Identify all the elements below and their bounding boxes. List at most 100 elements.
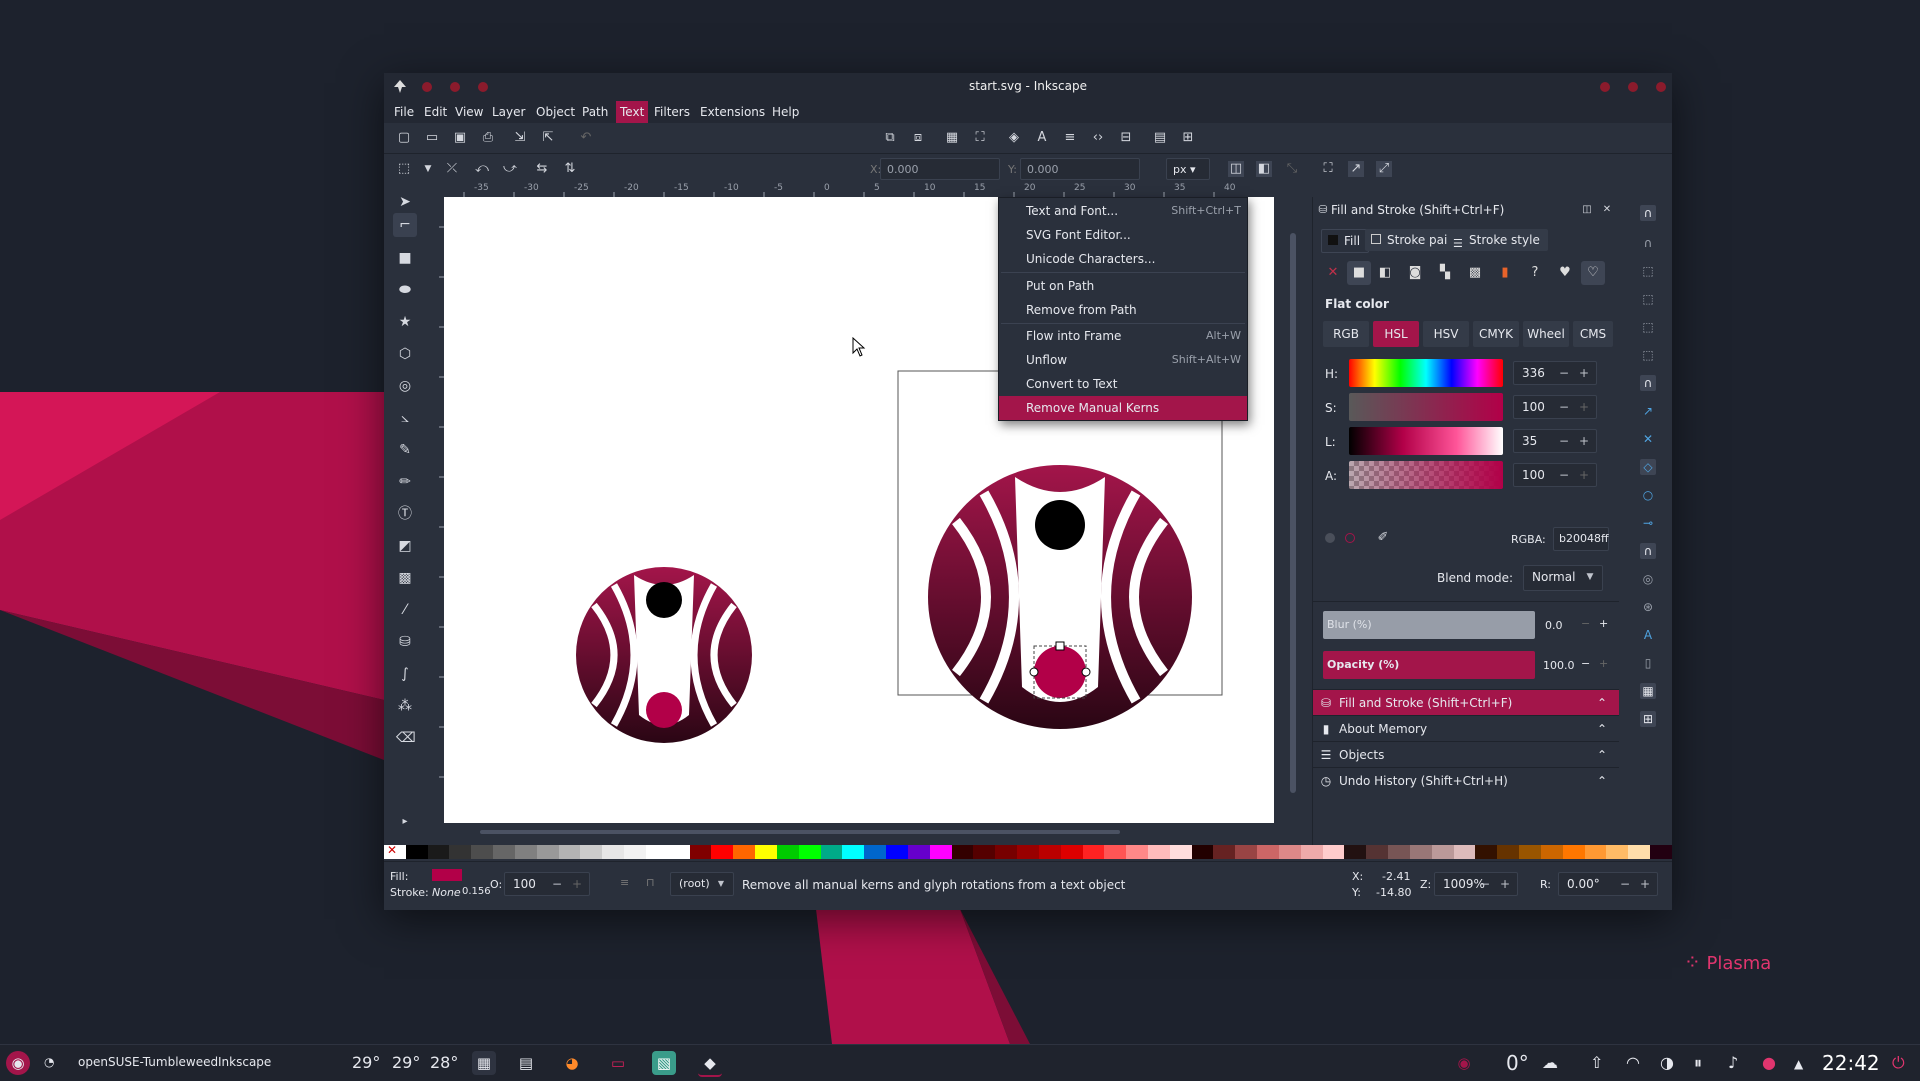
snap-toggle-icon[interactable]: ⛶ <box>1320 161 1336 177</box>
undo-icon[interactable]: ↶ <box>578 130 594 146</box>
mode-wheel[interactable]: Wheel <box>1523 321 1569 347</box>
small-logo[interactable] <box>576 567 752 743</box>
mode-rgb[interactable]: RGB <box>1323 321 1369 347</box>
flip-horizontal-icon[interactable]: ⇆ <box>534 161 550 177</box>
tray-app-icon[interactable]: ◉ <box>1452 1051 1476 1075</box>
snap-enable-icon[interactable]: ∩ <box>1640 205 1656 221</box>
dock-about-memory[interactable]: ▮ About Memory ⌃ <box>1313 715 1619 742</box>
x-input[interactable]: 0.000 <box>880 158 1000 180</box>
snap-bbox-edge-icon[interactable]: ⬚ <box>1640 263 1656 279</box>
layer-lock-icon[interactable]: ⊓ <box>646 876 655 889</box>
tweak-tool-icon[interactable]: ∫ <box>396 665 414 683</box>
tab-fill[interactable]: Fill <box>1321 229 1370 253</box>
layer-select[interactable]: (root) ▼ <box>670 872 734 896</box>
blur-value[interactable]: 0.0 <box>1545 619 1563 632</box>
large-logo[interactable] <box>928 465 1192 729</box>
export-icon[interactable]: ⇱ <box>540 130 556 146</box>
clock[interactable]: 22:42 <box>1822 1051 1880 1075</box>
star-tool-icon[interactable]: ★ <box>396 313 414 331</box>
activity-icon[interactable]: ◔ <box>44 1055 54 1069</box>
menu-item-unicode-characters[interactable]: Unicode Characters... <box>999 247 1247 271</box>
menu-item-text-and-font[interactable]: Text and Font... Shift+Ctrl+T <box>999 199 1247 223</box>
duplicate-icon[interactable]: ⧉ <box>882 130 898 146</box>
weather-icon[interactable]: ☁ <box>1542 1053 1558 1072</box>
menu-edit[interactable]: Edit <box>424 105 447 119</box>
scale-stroke-icon[interactable]: ◫ <box>1228 161 1244 177</box>
scale-corners-icon[interactable]: ◧ <box>1256 161 1272 177</box>
menu-filters[interactable]: Filters <box>654 105 690 119</box>
dock-undo-history[interactable]: ◷ Undo History (Shift+Ctrl+H) ⌃ <box>1313 767 1619 794</box>
rectangle-tool-icon[interactable]: ■ <box>396 249 414 267</box>
menu-item-unflow[interactable]: Unflow Shift+Alt+W <box>999 348 1247 372</box>
pencil-tool-icon[interactable]: ✏ <box>396 473 414 491</box>
color-picker-icon[interactable]: ✐ <box>1375 530 1391 546</box>
menu-view[interactable]: View <box>455 105 483 119</box>
move-gradients-icon[interactable]: ⤡ <box>1284 161 1300 177</box>
deselect-icon[interactable]: ⤫ <box>444 161 460 177</box>
unit-select[interactable]: px ▾ <box>1166 158 1210 180</box>
preferences-icon[interactable]: ⊞ <box>1180 130 1196 146</box>
blur-slider[interactable]: Blur (%) <box>1323 611 1535 639</box>
align-icon[interactable]: ⊟ <box>1118 130 1134 146</box>
mode-cmyk[interactable]: CMYK <box>1473 321 1519 347</box>
blur-decrease-icon[interactable]: − <box>1581 617 1590 630</box>
network-icon[interactable]: ◠ <box>1626 1053 1640 1072</box>
xml-editor-icon[interactable]: ‹› <box>1090 130 1106 146</box>
ungroup-icon[interactable]: ⛶ <box>972 130 988 146</box>
rotation-input[interactable]: 0.00° − + <box>1558 872 1658 896</box>
snap-rotation-icon[interactable]: ⊛ <box>1640 599 1656 615</box>
snap-bbox-icon[interactable]: ∩ <box>1640 235 1656 251</box>
close-button[interactable] <box>1656 82 1666 92</box>
spiral-tool-icon[interactable]: ◎ <box>396 377 414 395</box>
alpha-input[interactable]: 100− + <box>1513 463 1597 487</box>
mesh-tool-icon[interactable]: ▩ <box>396 569 414 587</box>
menu-item-put-on-path[interactable]: Put on Path <box>999 274 1247 298</box>
close-panel-icon[interactable]: ✕ <box>1599 202 1615 218</box>
rgba-input[interactable]: b20048ff <box>1553 527 1609 551</box>
box3d-tool-icon[interactable]: ⬡ <box>396 345 414 363</box>
snap-nodes-icon[interactable]: ⤢ <box>1376 161 1392 177</box>
opacity-increase-icon[interactable]: + <box>1599 657 1608 670</box>
opacity-decrease-icon[interactable]: − <box>1581 657 1590 670</box>
print-icon[interactable]: ⎙ <box>480 130 496 146</box>
terminal-icon[interactable]: ▭ <box>606 1051 630 1075</box>
power-icon[interactable]: ⏻ <box>1892 1053 1905 1073</box>
dock-icon[interactable]: ◫ <box>1579 202 1595 218</box>
paint-bucket-tool-icon[interactable]: ⛁ <box>396 633 414 651</box>
rotate-cw-icon[interactable]: ⤻ <box>502 161 518 177</box>
stroke-width[interactable]: 0.156 <box>462 886 491 897</box>
snap-path-icon[interactable]: ↗ <box>1640 403 1656 419</box>
opacity-slider[interactable]: Opacity (%) <box>1323 651 1535 679</box>
eraser-tool-icon[interactable]: ⌫ <box>396 729 416 747</box>
layers-icon[interactable]: ≡ <box>1062 130 1078 146</box>
no-color-swatch[interactable]: ✕ <box>384 843 406 859</box>
node-tool-icon[interactable]: ⌐ <box>393 213 417 237</box>
menu-help[interactable]: Help <box>772 105 799 119</box>
notifications-icon[interactable]: ♪ <box>1728 1053 1738 1072</box>
lightness-input[interactable]: 35− + <box>1513 429 1597 453</box>
dropper-tool-icon[interactable]: ⁄ <box>396 601 414 619</box>
snap-others-icon[interactable]: ∩ <box>1640 543 1656 559</box>
lightness-slider[interactable] <box>1349 427 1503 455</box>
weather-temp[interactable]: 0° <box>1506 1051 1529 1075</box>
menu-item-flow-into-frame[interactable]: Flow into Frame Alt+W <box>999 324 1247 348</box>
menu-path[interactable]: Path <box>582 105 608 119</box>
menu-extensions[interactable]: Extensions <box>700 105 765 119</box>
menu-item-remove-manual-kerns[interactable]: Remove Manual Kerns <box>999 396 1247 420</box>
no-paint-icon[interactable]: ✕ <box>1321 261 1345 285</box>
spray-tool-icon[interactable]: ⁂ <box>396 697 414 715</box>
gradient-tool-icon[interactable]: ◩ <box>396 537 414 555</box>
mode-hsv[interactable]: HSV <box>1423 321 1469 347</box>
menu-item-convert-to-text[interactable]: Convert to Text <box>999 372 1247 396</box>
fill-stroke-icon[interactable]: ◈ <box>1006 130 1022 146</box>
selector-tool-icon[interactable]: ➤ <box>396 193 414 211</box>
snap-smooth-icon[interactable]: ○ <box>1640 487 1656 503</box>
dock-fill-and-stroke[interactable]: ⛁ Fill and Stroke (Shift+Ctrl+F) ⌃ <box>1313 689 1619 716</box>
ellipse-tool-icon[interactable]: ⬬ <box>396 281 414 299</box>
pattern-icon[interactable]: ▩ <box>1463 261 1487 285</box>
stroke-indicator[interactable]: None <box>432 886 461 899</box>
hue-input[interactable]: 336− + <box>1513 361 1597 385</box>
task-manager-icon[interactable]: ▤ <box>514 1051 538 1075</box>
dock-objects[interactable]: ☰ Objects ⌃ <box>1313 741 1619 768</box>
pen-tool-icon[interactable]: ✎ <box>396 441 414 459</box>
